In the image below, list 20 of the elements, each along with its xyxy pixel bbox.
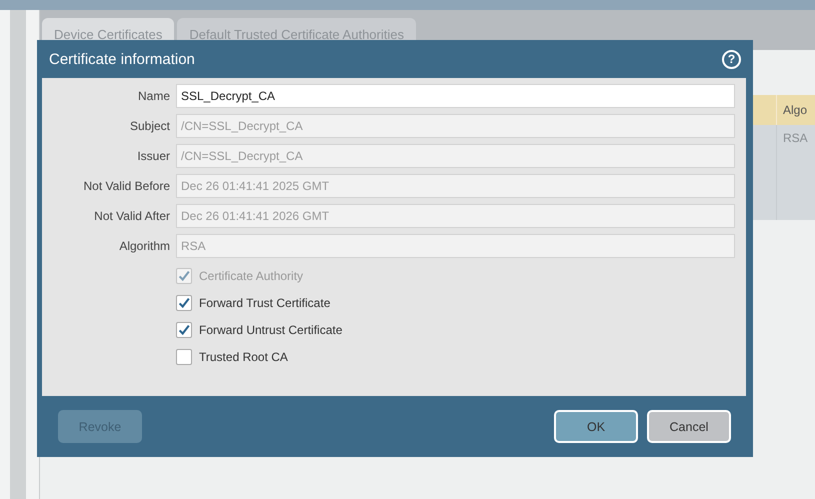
checkbox-label: Forward Untrust Certificate <box>199 323 342 337</box>
field-label: Subject <box>128 119 170 133</box>
checkbox[interactable] <box>176 295 192 311</box>
checkbox[interactable] <box>176 349 192 365</box>
dialog-button[interactable]: Cancel <box>647 410 731 443</box>
checkbox-label: Certificate Authority <box>199 269 304 283</box>
field-label: Issuer <box>136 149 170 163</box>
table-cell: RSA <box>776 125 815 220</box>
field-label: Not Valid Before <box>82 179 170 193</box>
checkbox-label: Trusted Root CA <box>199 350 288 364</box>
field-label: Not Valid After <box>93 209 170 223</box>
scrollbar[interactable] <box>10 10 26 499</box>
field-label: Algorithm <box>118 239 170 253</box>
checkbox-label: Forward Trust Certificate <box>199 296 330 310</box>
field-label: Name <box>136 89 170 103</box>
dialog-title: Certificate information <box>49 50 195 68</box>
text-field[interactable]: SSL_Decrypt_CA <box>176 84 735 108</box>
help-icon[interactable]: ? <box>722 50 741 68</box>
dialog-button[interactable]: OK <box>554 410 638 443</box>
checkbox[interactable] <box>176 322 192 338</box>
